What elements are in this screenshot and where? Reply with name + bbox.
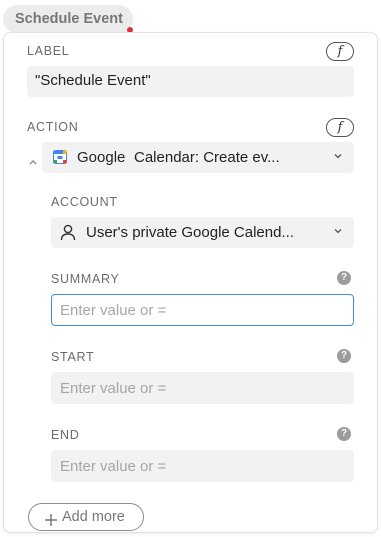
user-icon [60,224,76,241]
end-input[interactable] [51,450,354,482]
end-help-icon[interactable]: ? [337,427,351,441]
account-value: User's private Google Calend... [86,224,294,241]
label-value-field[interactable]: "Schedule Event" [27,66,354,97]
label-heading: LABEL [27,44,70,58]
add-more-label: Add more [62,509,125,525]
add-more-button[interactable]: Add more [28,503,144,531]
start-heading: START [51,350,95,364]
summary-heading: SUMMARY [51,272,120,286]
summary-help-icon[interactable]: ? [337,271,351,285]
collapse-chevron-icon[interactable] [28,153,38,165]
summary-input[interactable] [51,294,354,326]
chevron-down-icon [334,227,342,235]
end-heading: END [51,428,80,442]
chevron-down-icon [334,152,342,160]
action-name: Calendar: Create ev... [134,149,280,166]
start-input[interactable] [51,372,354,404]
action-select[interactable]: Google Calendar: Create ev... [42,142,354,173]
action-formula-toggle[interactable]: f [326,118,354,137]
properties-panel: LABEL f "Schedule Event" ACTION f Google… [3,32,378,533]
action-heading: ACTION [27,120,79,134]
start-help-icon[interactable]: ? [337,349,351,363]
label-formula-toggle[interactable]: f [326,42,354,61]
plus-icon [44,510,58,526]
node-title-chip[interactable]: Schedule Event [3,5,133,33]
account-heading: ACCOUNT [51,195,118,209]
account-select[interactable]: User's private Google Calend... [51,217,354,248]
google-calendar-icon [53,150,67,164]
action-app-name: Google [77,149,126,166]
